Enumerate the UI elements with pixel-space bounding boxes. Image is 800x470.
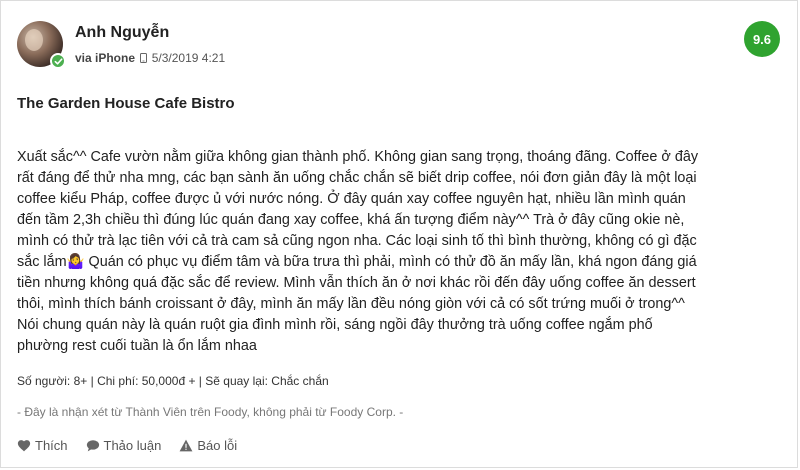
review-title[interactable]: The Garden House Cafe Bistro	[17, 95, 235, 112]
review-body-line: tiền nhưng không quá đặc sắc để review. …	[17, 275, 696, 291]
comment-icon	[86, 440, 99, 452]
review-header: Anh Nguyễn via iPhone 5/3/2019 4:21	[17, 21, 225, 69]
review-body: Xuất sắc^^ Cafe vườn nằm giữa không gian…	[17, 147, 785, 357]
discuss-label: Thảo luận	[103, 438, 162, 453]
review-date: 5/3/2019 4:21	[151, 50, 226, 65]
phone-icon	[138, 51, 151, 65]
review-body-line: coffee kiểu Pháp, coffee được ủ với nước…	[17, 191, 686, 207]
review-body-line: phường rest cuối tuần là ổn lắm nhaa	[17, 338, 257, 354]
review-body-line: rất đáng để thử nha mng, các bạn sành ăn…	[17, 170, 697, 186]
like-button[interactable]: Thích	[17, 438, 68, 453]
review-body-line: Xuất sắc^^ Cafe vườn nằm giữa không gian…	[17, 149, 699, 165]
review-body-line: thôi, mình thích bánh croissant ở đây, m…	[17, 296, 685, 312]
review-body-line: mình có thử trà lạc tiên với cả trà cam …	[17, 233, 697, 249]
user-name[interactable]: Anh Nguyễn	[75, 24, 225, 42]
review-body-line: Nói chung quán này là quán ruột gia đình…	[17, 317, 653, 333]
review-body-line: sắc lắm🤷‍♀️ Quán có phục vụ điểm tâm và …	[17, 254, 697, 270]
review-actions: Thích Thảo luận Báo lỗi	[17, 438, 255, 453]
avatar-container[interactable]	[17, 21, 66, 69]
warning-icon	[179, 439, 193, 452]
like-label: Thích	[35, 438, 68, 453]
review-info-line: Số người: 8+ | Chi phí: 50,000đ + | Sẽ q…	[17, 374, 329, 388]
review-card: Anh Nguyễn via iPhone 5/3/2019 4:21 9.6 …	[0, 0, 798, 468]
review-meta: via iPhone 5/3/2019 4:21	[75, 51, 225, 65]
device-label: via iPhone	[75, 50, 136, 65]
score-badge: 9.6	[744, 21, 780, 57]
report-label: Báo lỗi	[197, 438, 238, 453]
user-info: Anh Nguyễn via iPhone 5/3/2019 4:21	[75, 24, 225, 65]
review-body-line: đến tầm 2,3h chiều thì đúng lúc quán đan…	[17, 212, 685, 228]
heart-icon	[17, 440, 31, 452]
report-button[interactable]: Báo lỗi	[179, 438, 237, 453]
review-disclaimer: - Đây là nhận xét từ Thành Viên trên Foo…	[17, 405, 404, 419]
verified-check-icon	[50, 53, 66, 69]
discuss-button[interactable]: Thảo luận	[86, 438, 162, 453]
